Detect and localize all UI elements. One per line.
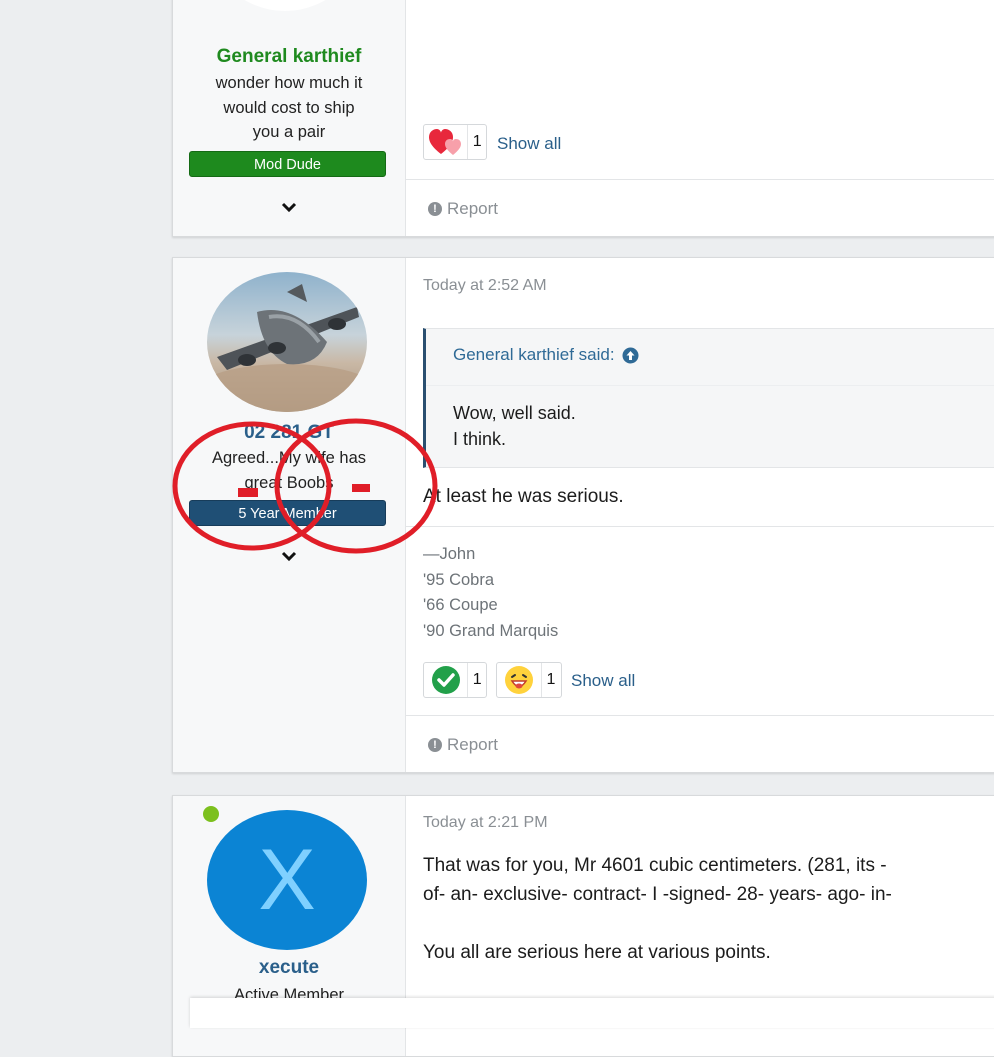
- post-2-user-panel: 02 281 GT Agreed...My wife has great Boo…: [173, 258, 406, 772]
- username[interactable]: General karthief: [173, 46, 405, 68]
- report-icon: !: [428, 738, 442, 752]
- signature-line: '90 Grand Marquis: [423, 621, 559, 640]
- user-title: wonder how much it would cost to ship yo…: [188, 71, 390, 145]
- chevron-down-icon[interactable]: [278, 548, 300, 564]
- avatar-letter: X: [258, 832, 316, 928]
- post-body-line: of- an- exclusive- contract- I -signed- …: [423, 884, 892, 905]
- signature: —John '95 Cobra '66 Coupe '90 Grand Marq…: [423, 542, 558, 644]
- signature-line: '66 Coupe: [423, 596, 498, 614]
- sketch-drawing: [205, 0, 365, 11]
- post-body-line: [423, 909, 892, 938]
- show-all-link[interactable]: Show all: [571, 671, 635, 691]
- post-actions-bar: [406, 715, 994, 716]
- report-label: Report: [447, 199, 499, 218]
- post-body-line: That was for you, Mr 4601 cubic centimet…: [423, 855, 887, 876]
- reaction-count: 1: [546, 671, 556, 688]
- checkmark-icon: [424, 663, 469, 697]
- signature-divider: [406, 526, 994, 527]
- bottom-overlay-panel: [190, 998, 994, 1028]
- report-label: Report: [447, 735, 499, 754]
- post-body: At least he was serious.: [423, 486, 624, 507]
- report-link[interactable]: ! Report: [428, 199, 498, 219]
- reaction-heart[interactable]: 1: [423, 124, 487, 160]
- report-link[interactable]: ! Report: [428, 735, 498, 755]
- reaction-haha[interactable]: 1: [496, 662, 562, 698]
- reaction-like[interactable]: 1: [423, 662, 487, 698]
- show-all-link[interactable]: Show all: [497, 134, 561, 154]
- reaction-count: 1: [472, 133, 482, 150]
- user-title-line: Agreed...My wife has: [211, 449, 367, 467]
- avatar[interactable]: X: [207, 810, 367, 950]
- user-title-line: would cost to ship: [223, 98, 355, 117]
- quote-header[interactable]: General karthief said:: [453, 345, 639, 365]
- quote-line: Wow, well said.: [453, 403, 576, 423]
- user-banner: 5 Year Member: [189, 500, 386, 526]
- post-body-line: You all are serious here at various poin…: [423, 942, 771, 963]
- signature-line: —John: [423, 545, 476, 563]
- post-timestamp[interactable]: Today at 2:52 AM: [423, 277, 547, 295]
- user-banner: Mod Dude: [189, 151, 386, 177]
- post-body: That was for you, Mr 4601 cubic centimet…: [423, 851, 892, 967]
- user-title: Agreed...My wife has great Boobs: [188, 446, 390, 495]
- post-2-content: Today at 2:52 AM General karthief said: …: [406, 258, 994, 772]
- report-icon: !: [428, 202, 442, 216]
- heart-icon: [424, 125, 469, 159]
- quote-text: Wow, well said. I think.: [453, 400, 576, 452]
- online-indicator: [203, 806, 219, 822]
- cargo-plane-image: [207, 284, 367, 412]
- grin-emoji-icon: [497, 663, 542, 697]
- avatar[interactable]: [205, 0, 365, 11]
- post-1-content: 1 Show all ! Report: [406, 0, 994, 236]
- quote-body: Wow, well said. I think.: [426, 385, 994, 467]
- arrow-up-circle-icon[interactable]: [622, 347, 639, 364]
- post-1-user-panel: General karthief wonder how much it woul…: [173, 0, 406, 236]
- signature-line: '95 Cobra: [423, 570, 495, 589]
- post-1: General karthief wonder how much it woul…: [172, 0, 994, 237]
- quote-block: General karthief said: Wow, well said. I…: [423, 328, 994, 468]
- avatar[interactable]: [207, 272, 367, 412]
- user-title-line: wonder how much it: [215, 74, 363, 92]
- reaction-count: 1: [472, 671, 482, 688]
- username[interactable]: xecute: [173, 957, 405, 979]
- post-actions-bar: [406, 179, 994, 180]
- quote-author: General karthief said:: [453, 345, 615, 364]
- quote-line: I think.: [453, 429, 507, 449]
- user-title-line: great Boobs: [244, 473, 334, 492]
- username[interactable]: 02 281 GT: [173, 422, 405, 444]
- user-title-line: you a pair: [252, 123, 326, 141]
- post-2: 02 281 GT Agreed...My wife has great Boo…: [172, 257, 994, 773]
- chevron-down-icon[interactable]: [278, 199, 300, 215]
- post-timestamp[interactable]: Today at 2:21 PM: [423, 814, 548, 832]
